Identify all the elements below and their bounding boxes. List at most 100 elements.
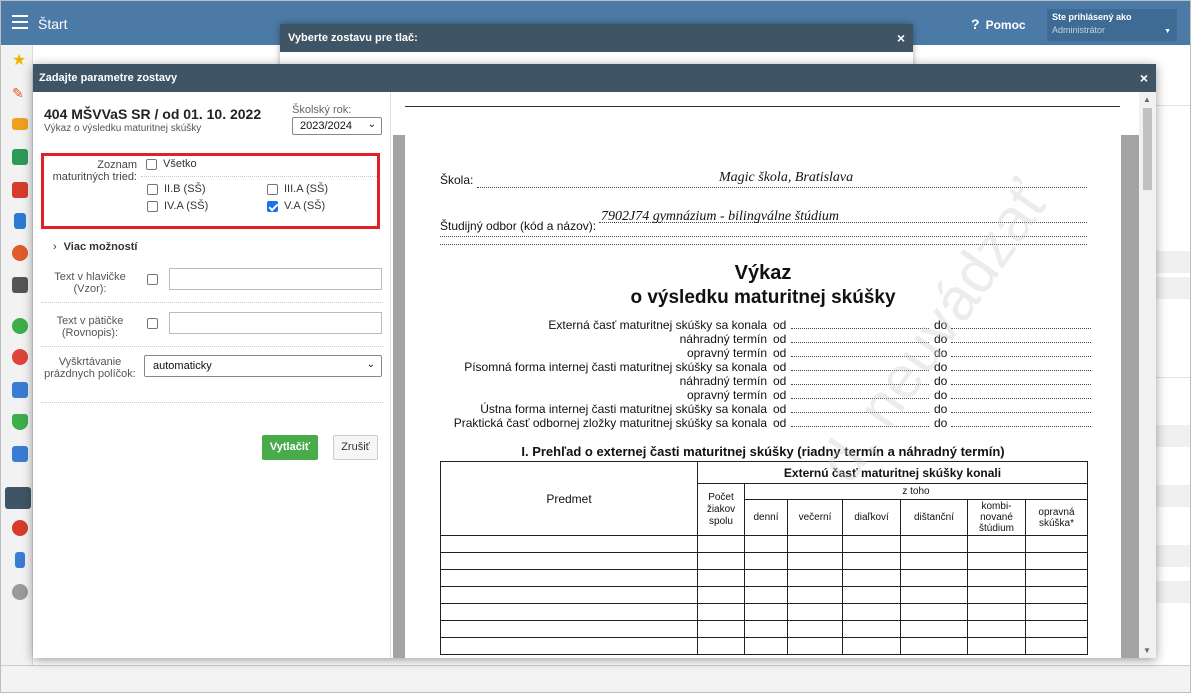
header-text-checkbox[interactable] [147,274,158,285]
footer-text-checkbox[interactable] [147,318,158,329]
chevron-right-icon: › [53,241,57,253]
checkbox-class-iva[interactable] [147,201,158,212]
schedule-icon[interactable] [12,277,28,293]
report-preview[interactable]: Škola: Magic škola, Bratislava Študijný … [393,92,1156,658]
scroll-thumb[interactable] [1143,108,1152,190]
od-label: od [773,374,787,388]
field-value: 7902J74 gymnázium - bilingválne štúdium [601,209,839,224]
overview-table: Predmet Externú časť maturitnej skúšky k… [440,461,1088,655]
od-label: od [773,416,787,430]
header-text-input[interactable] [169,268,382,290]
check-icon[interactable] [12,318,28,334]
print-button[interactable]: Vytlačiť [262,435,318,460]
date-row-label: Praktická časť odbornej zložky maturitne… [453,416,767,430]
checkbox-all-label: Všetko [163,158,197,170]
help-link[interactable]: ? Pomoc [971,16,1026,32]
date-row: Písomná forma internej časti maturitnej … [405,360,1121,374]
class-label-iib: II.B (SŠ) [164,183,206,195]
more-options-toggle[interactable]: › Viac možností [53,241,137,253]
date-row-label: náhradný termín [679,332,767,346]
share-icon[interactable] [12,349,28,365]
strike-empty-label: Vyškrtávanie prázdnych políčok: [44,356,136,380]
report-params-dialog: Zadajte parametre zostavy × 404 MŠVVaS S… [33,64,1156,658]
book-icon[interactable] [14,213,26,229]
od-label: od [773,318,787,332]
app-window: Štart ? Pomoc Ste prihlásený ako Administ… [0,0,1191,693]
status-bar [1,665,1190,692]
table-row [440,552,1088,570]
strike-empty-select[interactable]: automaticky ⌄ [144,355,382,377]
wand-icon[interactable]: ✎ [12,85,28,101]
od-label: od [773,346,787,360]
close-icon[interactable]: × [897,30,905,46]
chevron-down-icon: ⌄ [366,359,375,370]
footer-text-label: Text v pätičke (Rovnopis): [56,315,124,339]
calendar-icon[interactable] [12,182,28,198]
sidebar: ★ ✎ [1,45,33,665]
report-subtitle: Výkaz o výsledku maturitnej skúšky [44,123,202,134]
date-row: Praktická časť odbornej zložky maturitne… [405,416,1121,430]
checkbox-class-iib[interactable] [147,184,158,195]
user-menu[interactable]: Ste prihlásený ako Administrátor ▼ [1047,9,1177,41]
do-label: do [934,416,948,430]
more-options-label: Viac možností [63,241,138,253]
preview-scrollbar[interactable]: ▲ ▼ [1139,92,1156,658]
col-header: opravná skúška* [1025,499,1088,536]
of-which-header: z toho [744,483,1088,500]
cancel-button[interactable]: Zrušiť [333,435,378,460]
col-header: večerní [787,499,843,536]
briefcase-icon[interactable] [12,382,28,398]
footer-text-input[interactable] [169,312,382,334]
star-icon[interactable]: ★ [12,53,28,69]
preview-subtitle: o výsledku maturitnej skúšky [630,287,896,308]
do-label: do [934,402,948,416]
checkbox-all[interactable] [146,159,157,170]
home-icon[interactable] [12,149,28,165]
preview-page: Škola: Magic škola, Bratislava Študijný … [405,135,1121,658]
classes-label: Zoznam maturitných tried: [52,159,137,183]
date-row-label: Písomná forma internej časti maturitnej … [464,360,767,374]
scroll-up-icon[interactable]: ▲ [1143,95,1151,104]
field-label: Študijný odbor (kód a názov): [440,219,597,233]
school-year-select[interactable]: 2023/2024 ⌄ [292,117,382,135]
od-label: od [773,388,787,402]
school-year-value: 2023/2024 [300,120,352,132]
do-label: do [934,388,948,402]
table-row [440,535,1088,553]
close-icon[interactable]: × [1140,70,1148,86]
class-label-iva: IV.A (SŠ) [164,200,209,212]
date-row: Externá časť maturitnej skúšky sa konala… [405,318,1121,332]
chart-icon[interactable] [12,446,28,462]
checkbox-class-iiia[interactable] [267,184,278,195]
date-row: náhradný termín od do [405,332,1121,346]
mail-icon[interactable] [12,118,28,130]
school-label: Škola: [440,173,474,187]
header-text-label: Text v hlavičke (Vzor): [54,271,126,295]
ext-header: Externú časť maturitnej skúšky konali [697,461,1088,484]
user-icon[interactable] [12,245,28,261]
menu-icon[interactable] [12,15,28,29]
gear-icon[interactable] [12,584,28,600]
user-line2: Administrátor [1052,25,1106,35]
date-row-label: náhradný termín [679,374,767,388]
reader-icon[interactable] [5,487,31,509]
date-row-label: opravný termín [686,346,767,360]
checkbox-class-va[interactable] [267,201,278,212]
chat-icon[interactable] [12,520,28,536]
date-row: Ústna forma internej časti maturitnej sk… [405,402,1121,416]
date-row-label: Externá časť maturitnej skúšky sa konala [548,318,767,332]
chevron-down-icon: ⌄ [367,119,376,130]
date-row: opravný termín od do [405,346,1121,360]
class-label-va: V.A (SŠ) [284,200,326,212]
report-select-title: Vyberte zostavu pre tlač: [280,24,913,52]
user-line1: Ste prihlásený ako [1052,12,1132,22]
help-label: Pomoc [985,18,1026,32]
shield-icon[interactable] [12,414,28,430]
col-header: diaľkoví [842,499,901,536]
scroll-down-icon[interactable]: ▼ [1143,646,1151,655]
date-row: náhradný termín od do [405,374,1121,388]
app-title[interactable]: Štart [38,16,68,32]
pen-icon[interactable] [15,552,25,568]
subject-header: Predmet [440,461,698,536]
background-content [1156,45,1190,665]
